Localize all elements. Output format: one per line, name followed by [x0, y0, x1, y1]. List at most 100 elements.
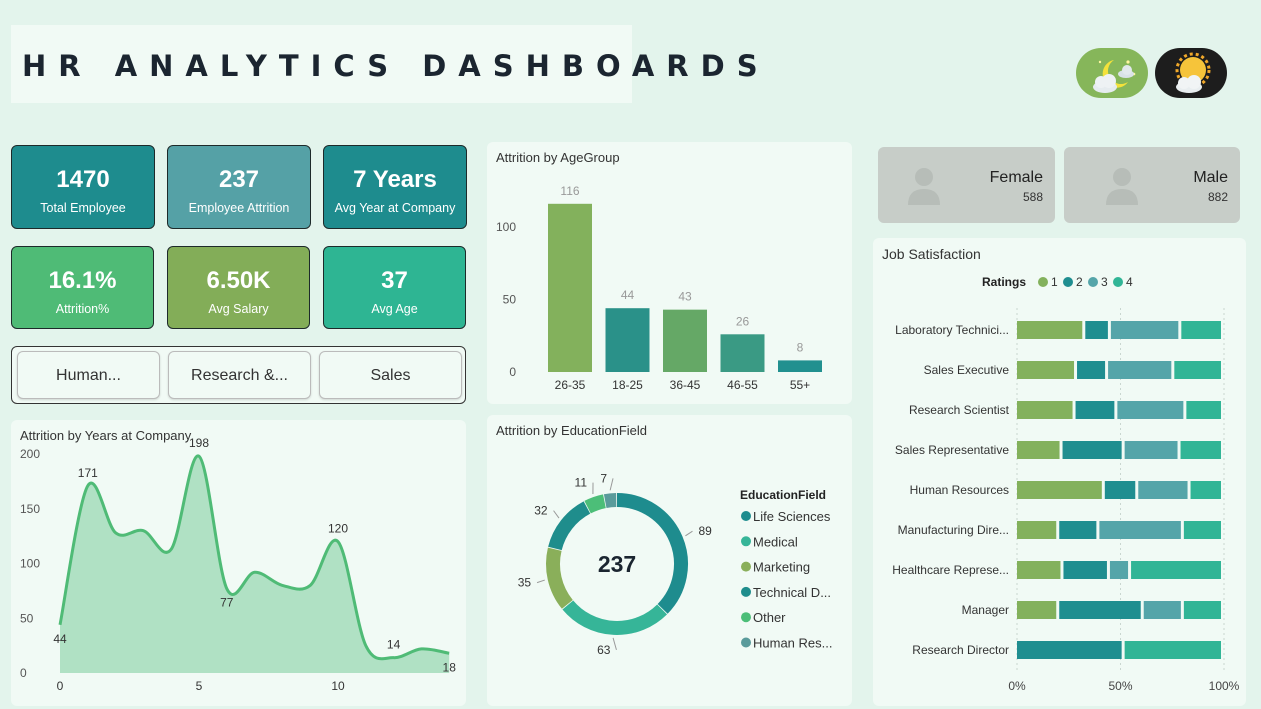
title-banner: HR ANALYTICS DASHBOARDS — [11, 25, 758, 103]
person-icon — [1106, 168, 1138, 205]
page-title: HR ANALYTICS DASHBOARDS — [22, 49, 770, 83]
legend-marker — [741, 561, 751, 572]
data-label: 120 — [328, 522, 348, 536]
kpi-label: Employee Attrition — [188, 201, 290, 215]
leader-line — [553, 510, 560, 519]
bar-segment — [1174, 361, 1221, 379]
bar-segment — [1017, 601, 1057, 619]
leader-line — [609, 478, 614, 491]
y-tick-label: Research Scientist — [909, 403, 1010, 417]
leader-line — [612, 637, 617, 651]
bar-segment — [1017, 481, 1102, 499]
x-tick-label: 36-45 — [670, 378, 701, 392]
data-label: 14 — [387, 638, 401, 652]
x-tick-label: 18-25 — [612, 378, 643, 392]
bar-segment — [1108, 361, 1172, 379]
bar-segment — [1143, 601, 1181, 619]
bar-segment — [1017, 641, 1122, 659]
bar-segment — [1186, 401, 1221, 419]
legend-marker — [741, 612, 751, 623]
bar-segment — [1059, 521, 1097, 539]
bar-segment — [1117, 401, 1184, 419]
x-tick-label: 26-35 — [555, 378, 586, 392]
theme-toggle-night[interactable] — [1076, 48, 1148, 98]
x-tick-label: 100% — [1209, 679, 1240, 693]
kpi-avg-salary: 6.50K Avg Salary — [167, 246, 310, 329]
legend-marker — [741, 536, 751, 547]
bar — [548, 203, 592, 372]
data-label: 32 — [534, 504, 548, 518]
data-label: 26 — [736, 314, 750, 328]
data-label: 43 — [678, 290, 692, 304]
legend-marker — [1113, 277, 1123, 287]
y-tick-label: 0 — [509, 365, 516, 379]
slicer-button-research[interactable]: Research &... — [168, 351, 311, 399]
kpi-label: Avg Year at Company — [334, 201, 456, 215]
kpi-value: 7 Years — [353, 166, 437, 193]
legend-marker — [741, 637, 751, 648]
data-label: 198 — [189, 436, 209, 450]
slicer-button-human-resources[interactable]: Human... — [17, 351, 160, 399]
y-tick-label: Sales Representative — [895, 443, 1009, 457]
moon-cloud-icon — [1093, 60, 1136, 93]
y-tick-label: Sales Executive — [924, 363, 1010, 377]
legend-title: Ratings — [982, 275, 1026, 289]
data-label: 116 — [560, 184, 579, 198]
job-satisfaction-panel: Job Satisfaction Ratings 1 2 3 4 0% 50% 100% Lab… — [873, 238, 1246, 706]
sun-cloud-icon — [1175, 52, 1211, 93]
kpi-avg-year-at-company: 7 Years Avg Year at Company — [323, 145, 467, 229]
data-label: 44 — [53, 632, 67, 646]
bar-segment — [1124, 641, 1221, 659]
bar-segment — [1181, 321, 1221, 339]
legend-label: Human Res... — [753, 636, 832, 651]
bar-segment — [1131, 561, 1221, 579]
job-satisfaction-bar-chart: Ratings 1 2 3 4 0% 50% 100% Laboratory Technici.… — [892, 275, 1240, 693]
x-tick-label: 50% — [1108, 679, 1132, 693]
kpi-label: Total Employee — [40, 201, 126, 215]
theme-toggle-day[interactable] — [1155, 48, 1227, 98]
kpi-value: 237 — [218, 166, 260, 193]
bar-segment — [1017, 561, 1061, 579]
kpi-value: 6.50K — [206, 267, 271, 294]
y-tick-label: Human Resources — [910, 483, 1009, 497]
bar — [778, 360, 822, 372]
leader-line — [536, 579, 545, 584]
y-tick-label: Healthcare Represe... — [892, 563, 1009, 577]
donut-slice — [548, 501, 591, 551]
legend-label: 3 — [1101, 275, 1108, 289]
legend-label: Marketing — [753, 560, 810, 575]
age-group-chart-panel: Attrition by AgeGroup 0 50 100 116 26-35 44 18… — [487, 142, 852, 404]
bar-segment — [1077, 361, 1106, 379]
y-tick-label: 100 — [20, 557, 40, 571]
data-label: 18 — [443, 660, 457, 674]
gender-label: Male — [1193, 169, 1228, 186]
legend-marker — [1088, 277, 1098, 287]
kpi-employee-attrition: 237 Employee Attrition — [167, 145, 311, 229]
bar-segment — [1138, 481, 1188, 499]
y-tick-label: 150 — [20, 502, 40, 516]
bar-segment — [1109, 561, 1129, 579]
kpi-label: Avg Age — [371, 302, 418, 316]
slicer-button-sales[interactable]: Sales — [319, 351, 462, 399]
donut-slice — [546, 547, 573, 609]
kpi-attrition-percent: 16.1% Attrition% — [11, 246, 154, 329]
kpi-label: Attrition% — [55, 302, 110, 316]
data-label: 171 — [78, 466, 98, 480]
legend-label: Other — [753, 610, 786, 625]
bar-segment — [1190, 481, 1221, 499]
x-tick-label: 5 — [196, 679, 203, 693]
legend-label: Life Sciences — [753, 509, 831, 524]
data-label: 7 — [600, 471, 607, 485]
kpi-avg-age: 37 Avg Age — [323, 246, 466, 329]
gender-card-female: Female 588 — [878, 147, 1055, 223]
gender-card-male: Male 882 — [1064, 147, 1240, 223]
data-label: 11 — [575, 476, 588, 490]
person-icon — [908, 168, 940, 205]
years-area-chart: 0 50 100 150 200 0 5 10 44 171 198 77 120 14 18 — [20, 436, 457, 693]
bar-segment — [1059, 601, 1141, 619]
legend-marker — [1038, 277, 1048, 287]
bar-segment — [1104, 481, 1136, 499]
data-label: 44 — [621, 288, 635, 302]
bar-segment — [1075, 401, 1115, 419]
donut-slice — [584, 494, 607, 514]
